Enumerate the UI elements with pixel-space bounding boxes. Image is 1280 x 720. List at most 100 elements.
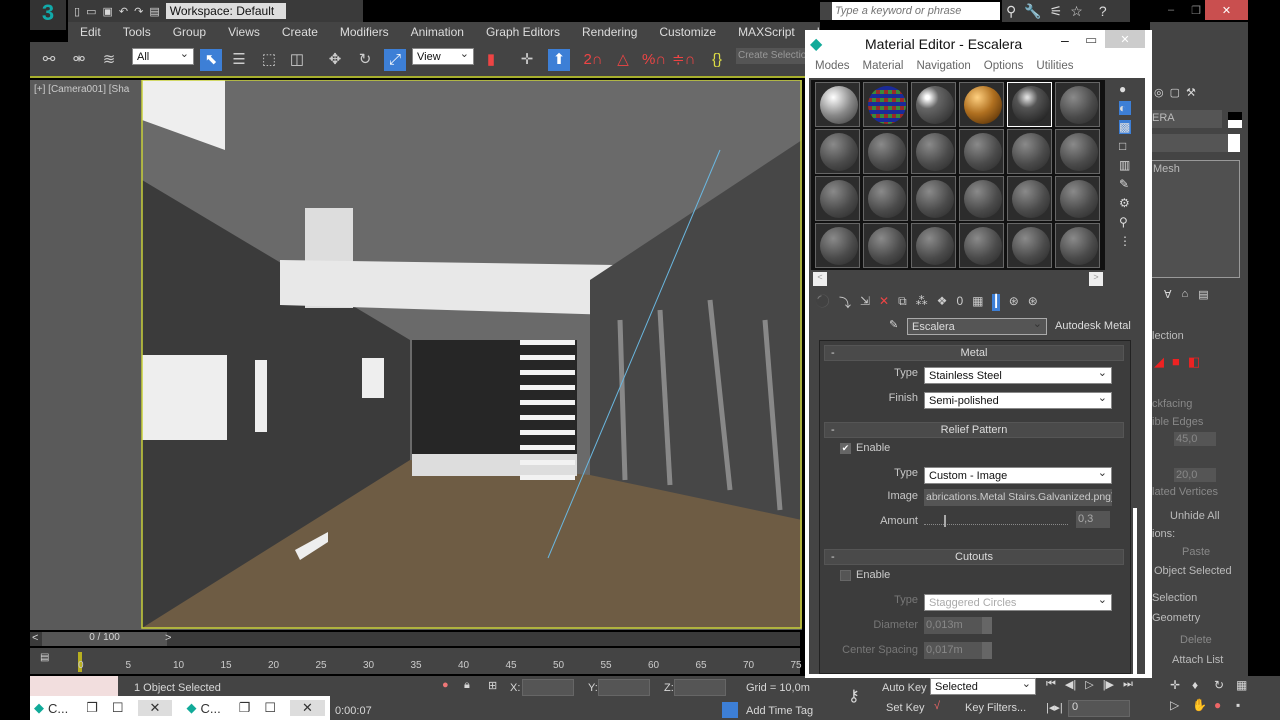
absolute-mode-icon[interactable]: ⊞ — [488, 679, 497, 692]
bind-spacewarp-icon[interactable]: ≋ — [98, 49, 120, 71]
object-color-swatch[interactable] — [1228, 112, 1242, 128]
relief-rollout-header[interactable]: - Relief Pattern — [824, 422, 1124, 438]
uv-tiling-icon[interactable]: □ — [1119, 139, 1131, 153]
time-slider-prev[interactable]: < — [32, 632, 38, 644]
select-by-material-icon[interactable]: ⚲ — [1119, 215, 1131, 229]
add-time-tag[interactable]: Add Time Tag — [746, 705, 813, 717]
angle-snap-icon[interactable]: △ — [612, 49, 634, 71]
soft-selection-rollout[interactable]: Selection — [1152, 592, 1197, 604]
restore-button[interactable]: ❐ — [1185, 0, 1207, 20]
sample-slot[interactable] — [911, 82, 956, 127]
taskbar-restore-icon[interactable]: ❐ — [239, 700, 251, 716]
menu-animation[interactable]: Animation — [411, 25, 464, 39]
pin-stack-icon[interactable]: ∀ — [1164, 288, 1172, 301]
sample-slot[interactable] — [815, 176, 860, 221]
taskbar-close-icon[interactable]: ✕ — [290, 700, 325, 716]
slider-thumb[interactable] — [944, 515, 946, 527]
taskbar-app-icon[interactable]: ◆ — [34, 700, 44, 716]
app-logo[interactable]: 3 — [30, 0, 66, 30]
lock-icon[interactable]: 🔒︎ — [464, 679, 470, 692]
sample-slot[interactable] — [1007, 176, 1052, 221]
taskbar-item[interactable]: C... — [48, 701, 68, 716]
material-navigator-icon[interactable]: ⋮ — [1119, 234, 1131, 248]
get-material-icon[interactable]: ⚫ — [815, 294, 830, 311]
relief-amount-field[interactable]: 0,3 — [1076, 511, 1110, 528]
sample-slot[interactable] — [959, 176, 1004, 221]
sample-slot[interactable] — [1007, 129, 1052, 174]
sample-slot[interactable] — [863, 223, 908, 268]
menu-customize[interactable]: Customize — [659, 25, 716, 39]
minimize-button[interactable]: – — [1160, 0, 1182, 20]
sample-slot[interactable] — [959, 223, 1004, 268]
zoom-all-icon[interactable]: ♦ — [1192, 678, 1214, 692]
backlight-icon[interactable]: ◐ — [1119, 101, 1131, 115]
zoom-icon[interactable]: ✛ — [1170, 678, 1192, 692]
element-icon[interactable]: ◧ — [1188, 354, 1200, 370]
material-id-icon[interactable]: 0 — [956, 294, 963, 311]
go-forward-icon[interactable]: ⊛ — [1028, 294, 1038, 311]
make-unique-icon[interactable]: ⁂ — [916, 294, 928, 311]
menu-options[interactable]: Options — [984, 60, 1024, 72]
menu-create[interactable]: Create — [282, 25, 318, 39]
visible-edges[interactable]: ible Edges — [1152, 416, 1203, 428]
prev-frame-icon[interactable]: ◀| — [1065, 678, 1076, 691]
material-editor-close[interactable]: ✕ — [1105, 30, 1145, 48]
metal-type-dropdown[interactable]: Stainless Steel — [924, 366, 1112, 384]
project-icon[interactable]: ▤ — [149, 5, 159, 18]
go-to-parent-icon[interactable]: ⊛ — [1009, 294, 1019, 311]
scale-icon[interactable]: ⤢ — [384, 49, 406, 71]
sample-slot[interactable] — [1055, 82, 1100, 127]
put-to-library-icon[interactable]: ❖ — [937, 294, 948, 311]
rotate-icon[interactable]: ↻ — [354, 49, 376, 71]
key-icon[interactable]: ⚷ — [848, 686, 860, 706]
utilities-tab-icon[interactable]: ⚒ — [1186, 86, 1196, 99]
relief-image-button[interactable]: abrications.Metal Stairs.Galvanized.png) — [924, 489, 1112, 506]
pick-material-icon[interactable]: ✎ — [889, 318, 898, 331]
menu-maxscript[interactable]: MAXScript — [738, 25, 795, 39]
select-by-name-icon[interactable]: ☰ — [228, 49, 250, 71]
scale-field[interactable]: 20,0 — [1174, 468, 1216, 482]
pivot-center-icon[interactable]: ▮ — [480, 49, 502, 71]
options-icon[interactable]: ⚙ — [1119, 196, 1131, 210]
menu-graph-editors[interactable]: Graph Editors — [486, 25, 560, 39]
key-mode-toggle-icon[interactable]: |◂▸| — [1046, 701, 1063, 714]
curve-editor-icon[interactable]: ▤ — [40, 652, 49, 663]
orbit-icon[interactable]: ↻ — [1214, 678, 1236, 692]
sample-slot[interactable] — [1055, 223, 1100, 268]
show-end-result-icon[interactable]: ┃ — [992, 294, 1000, 311]
selection-region-icon[interactable]: ⬚ — [258, 49, 280, 71]
key-filters-button[interactable]: Key Filters... — [965, 702, 1026, 714]
relief-enable-checkbox[interactable]: ✔ — [840, 443, 851, 454]
close-button[interactable]: ✕ — [1205, 0, 1248, 20]
sample-type-icon[interactable]: ● — [1119, 82, 1131, 96]
y-coordinate-field[interactable] — [598, 679, 650, 696]
key-mode-dropdown[interactable]: Selected — [930, 677, 1036, 695]
taskbar-item[interactable]: C... — [200, 701, 220, 716]
viewport-label[interactable]: [+] [Camera001] [Sha — [34, 84, 129, 95]
sample-slot[interactable] — [863, 176, 908, 221]
open-icon[interactable]: ▭ — [86, 5, 96, 18]
move-icon[interactable]: ✥ — [324, 49, 346, 71]
named-selection-field[interactable]: Create Selection — [736, 48, 816, 64]
menu-navigation[interactable]: Navigation — [916, 60, 970, 72]
sample-slot[interactable] — [1007, 82, 1052, 127]
maximize-viewport-icon[interactable]: ▦ — [1236, 678, 1258, 692]
slots-scroll-left[interactable]: < — [813, 272, 827, 286]
help-icon[interactable]: ? — [1099, 3, 1107, 19]
make-preview-icon[interactable]: ✎ — [1119, 177, 1131, 191]
material-editor-minimize[interactable]: – — [1061, 32, 1069, 48]
sample-slot[interactable] — [1055, 129, 1100, 174]
cutouts-enable-checkbox[interactable] — [840, 570, 851, 581]
sample-slot[interactable] — [1007, 223, 1052, 268]
reset-map-icon[interactable]: ✕ — [879, 294, 889, 311]
metal-finish-dropdown[interactable]: Semi-polished — [924, 391, 1112, 409]
sample-slot[interactable] — [863, 82, 908, 127]
go-to-start-icon[interactable]: ⏮ — [1046, 678, 1056, 691]
taskbar-restore-icon[interactable]: ❐ — [86, 700, 98, 716]
cutouts-diameter-field[interactable]: 0,013m — [924, 617, 992, 634]
satellite-icon[interactable]: ⚟ — [1050, 3, 1063, 20]
modifier-stack-item[interactable]: Mesh — [1153, 163, 1180, 175]
workspace-dropdown[interactable]: Workspace: Default — [165, 3, 286, 19]
next-frame-icon[interactable]: |▶ — [1103, 678, 1114, 691]
selection-rollout[interactable]: lection — [1152, 330, 1184, 342]
